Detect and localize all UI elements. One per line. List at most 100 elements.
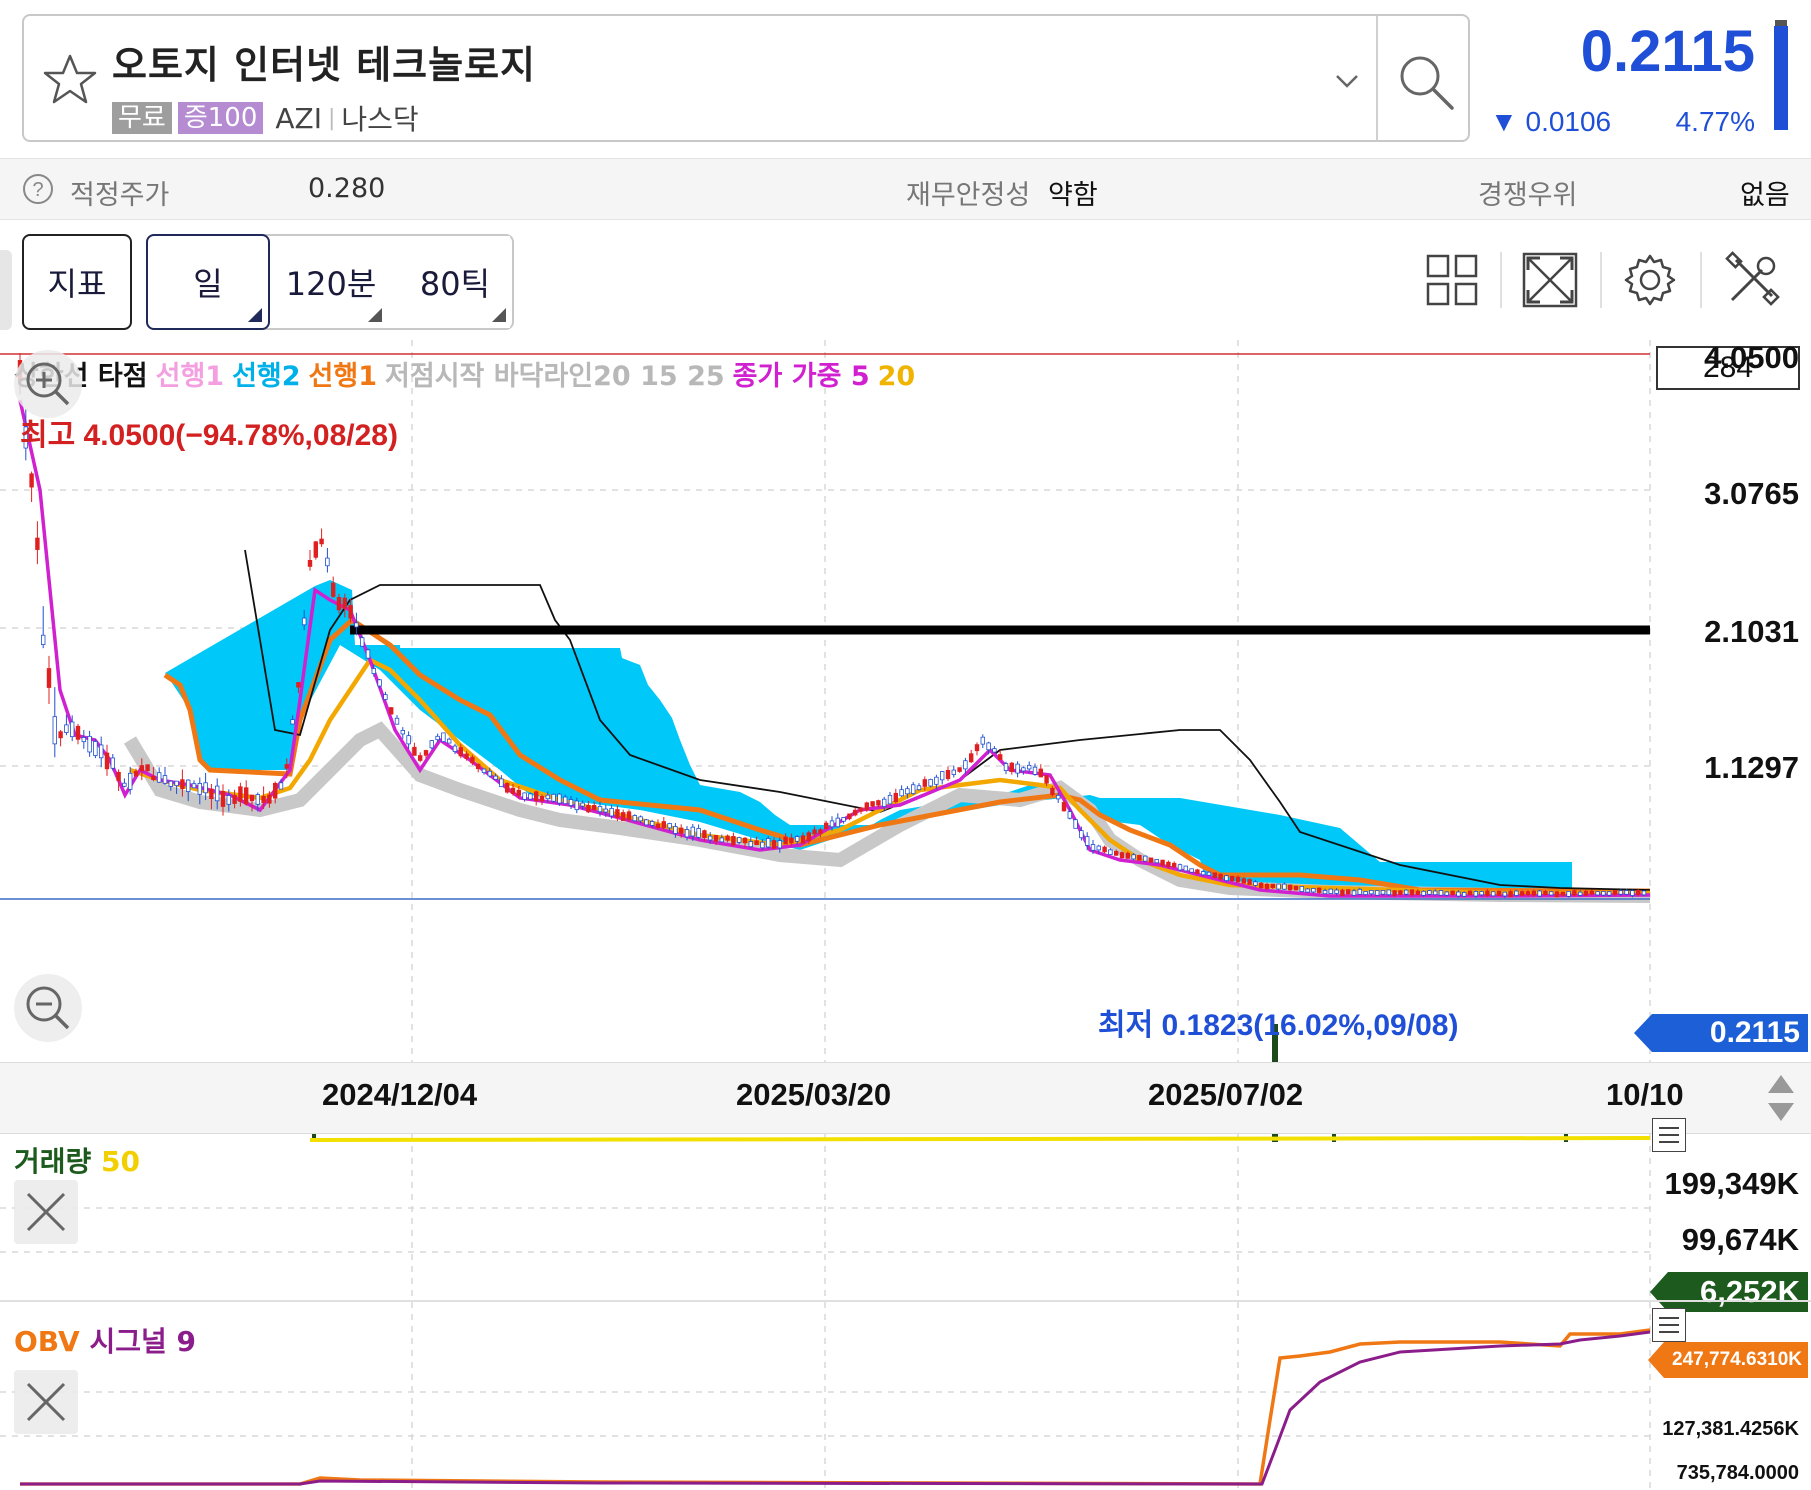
side-drawer-handle[interactable] [0,250,12,330]
stability-value: 약함 [1048,180,1098,211]
volume-ma50-line [309,1136,1651,1142]
current-price-tag: 0.2115 [1634,1014,1808,1052]
candle-body [1525,891,1531,896]
candle-body [226,795,231,805]
candle-body [1392,890,1397,896]
candle-body [806,832,811,842]
candle-body [99,744,104,759]
period-day-button[interactable]: 일 [146,234,270,330]
candle-body [1056,795,1061,800]
candle-body [771,840,777,849]
fullscreen-icon[interactable] [1520,250,1580,310]
candle-body [864,802,869,811]
search-icon[interactable] [1394,50,1458,114]
axis-scroll-arrows-icon[interactable] [1764,1071,1798,1125]
candle-body [893,792,898,803]
candle-body [951,769,956,775]
candle-body [928,778,933,787]
period-80tick-button[interactable]: 80틱 [400,236,510,328]
candle-body [1166,861,1171,868]
candle-body [1148,857,1154,863]
candle-body [760,841,765,849]
legend-leading1-pink: 선행1 [155,361,225,392]
candle-body [1032,766,1038,775]
candle-body [615,809,620,818]
candle-body [301,617,307,626]
x-axis[interactable]: 2024/12/04 2025/03/20 2025/07/02 10/10 [0,1062,1811,1134]
stability-label: 재무안정성 [906,180,1031,211]
candle-body [1537,890,1542,897]
candle-body [1050,787,1055,795]
candle-body [1554,891,1560,898]
candle-body [1073,819,1078,829]
candle-body [359,637,365,647]
candle-body [1351,890,1357,896]
candle-body [1520,891,1525,896]
candle-body [1160,859,1165,866]
candle-body [1479,891,1484,896]
candle-body [887,794,893,805]
candle-body [238,786,243,802]
y-tick-label: 4.0500 [1704,340,1799,375]
candle-body [214,785,220,802]
chevron-down-icon[interactable] [1334,68,1360,94]
candle-body [853,809,858,816]
help-icon[interactable]: ? [22,173,54,205]
fair-price-value: 0.280 [308,173,386,204]
candle-body [354,622,359,628]
candle-body [1195,869,1200,874]
candle-body [1491,891,1496,897]
candle-body [1311,888,1316,893]
candle-body [1154,859,1159,864]
candle-body [1009,762,1014,772]
volume-menu-icon[interactable] [1652,1118,1686,1152]
candle-body [545,794,550,800]
moat-value: 없음 [1740,180,1790,211]
candle-body [1247,879,1252,885]
indicator-button[interactable]: 지표 [22,234,132,330]
candle-body [876,800,881,806]
candle-body [423,750,429,756]
candle-body [371,668,376,674]
candle-body [702,830,707,839]
candle-body [1433,890,1438,896]
candle-body [650,821,655,826]
candle-body [539,795,545,802]
tools-icon[interactable] [1722,250,1782,310]
candle-body [1595,891,1600,896]
candle-body [168,780,173,787]
zoom-in-icon[interactable] [14,350,82,418]
legend-ma20: 20 [877,361,916,392]
candle-body [510,787,516,794]
grid-layout-icon[interactable] [1422,250,1482,310]
settings-gear-icon[interactable] [1620,250,1680,310]
candle-body [412,746,417,756]
stock-search-box[interactable]: 오토지 인터넷 테크놀로지 무료 증100 AZI | 나스닥 [22,14,1470,142]
candle-body [789,837,794,844]
period-120min-button[interactable]: 120분 [276,236,386,328]
favorite-star-icon[interactable] [40,50,100,110]
candle-body [1114,851,1119,856]
close-volume-pane-icon[interactable] [14,1180,78,1244]
candle-body [980,736,985,745]
candle-body [191,783,197,789]
zoom-out-icon[interactable] [14,974,82,1042]
y-tick-label: 3.0765 [1704,476,1799,511]
candle-body [1583,890,1589,896]
candle-body [841,817,846,822]
candle-body [911,784,916,794]
candle-body [1293,885,1299,891]
valuation-info-row: ? 적정주가 0.280 재무안정성 약함 경쟁우위 없음 [0,158,1811,220]
candle-body [1085,836,1090,846]
candle-body [406,735,411,745]
stock-meta: 무료 증100 AZI | 나스닥 [112,98,419,138]
candle-body [551,793,556,802]
candle-body [104,752,110,770]
candle-body [998,754,1003,761]
candle-body [725,835,730,841]
candle-body [348,604,353,619]
candle-body [174,780,179,787]
chart-area[interactable]: 상한선 타점선행1선행2선행1저점시작 바닥라인20 15 25종가 가중 52… [0,340,1811,1490]
obv-current-tag: 247,774.6310K [1648,1342,1808,1378]
legend-weighted-close: 종가 가중 5 [732,361,870,392]
